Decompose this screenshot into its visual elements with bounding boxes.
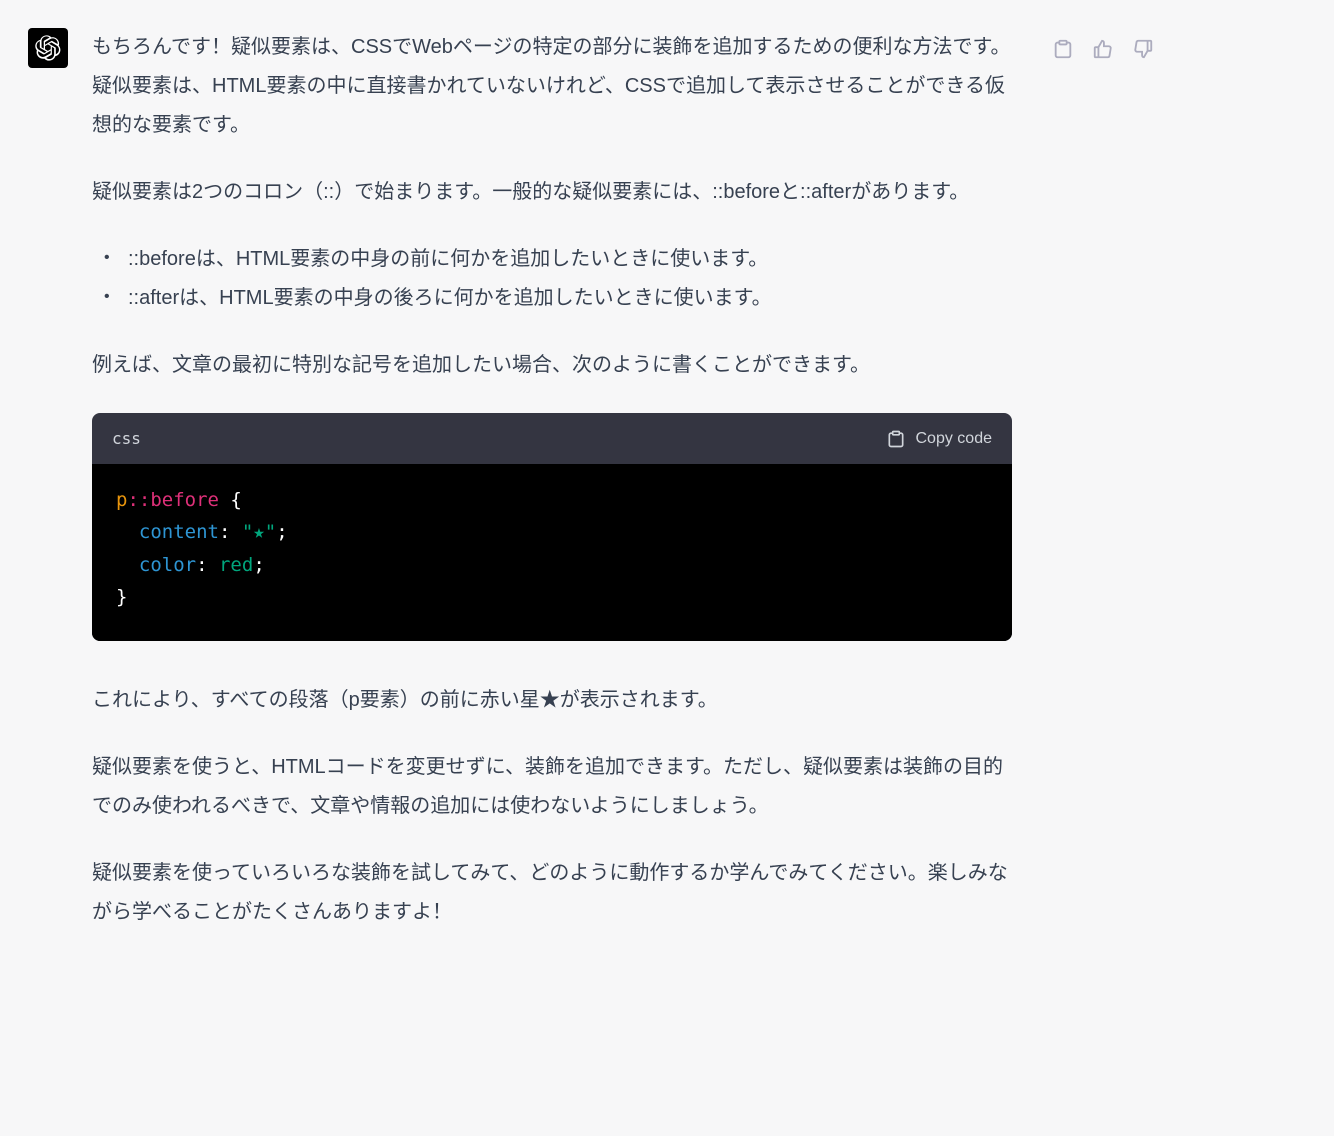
paragraph: これにより、すべての段落（p要素）の前に赤い星★が表示されます。 <box>92 681 1012 720</box>
copy-code-label: Copy code <box>916 423 993 454</box>
copy-code-button[interactable]: Copy code <box>886 423 993 454</box>
code-language-label: css <box>112 423 141 454</box>
paragraph: 疑似要素を使っていろいろな装飾を試してみて、どのように動作するか学んでみてくださ… <box>92 854 1012 932</box>
assistant-message: もちろんです！疑似要素は、CSSでWebページの特定の部分に装飾を追加するための… <box>28 28 1306 960</box>
thumbs-down-icon <box>1132 38 1154 60</box>
assistant-avatar <box>28 28 68 68</box>
paragraph: もちろんです！疑似要素は、CSSでWebページの特定の部分に装飾を追加するための… <box>92 28 1012 145</box>
thumbs-down-button[interactable] <box>1130 36 1156 62</box>
paragraph: 例えば、文章の最初に特別な記号を追加したい場合、次のように書くことができます。 <box>92 346 1012 385</box>
thumbs-up-icon <box>1092 38 1114 60</box>
thumbs-up-button[interactable] <box>1090 36 1116 62</box>
paragraph: 疑似要素を使うと、HTMLコードを変更せずに、装飾を追加できます。ただし、疑似要… <box>92 748 1012 826</box>
list-item: ::beforeは、HTML要素の中身の前に何かを追加したいときに使います。 <box>110 240 1012 279</box>
openai-logo-icon <box>35 35 61 61</box>
message-content: もちろんです！疑似要素は、CSSでWebページの特定の部分に装飾を追加するための… <box>92 28 1012 960</box>
paragraph: 疑似要素は2つのコロン（::）で始まります。一般的な疑似要素には、::befor… <box>92 173 1012 212</box>
code-body: p::before { content: "★"; color: red; } <box>92 464 1012 641</box>
list-item: ::afterは、HTML要素の中身の後ろに何かを追加したいときに使います。 <box>110 279 1012 318</box>
bullet-list: ::beforeは、HTML要素の中身の前に何かを追加したいときに使います。 :… <box>92 240 1012 318</box>
code-block: css Copy code p::before { content: "★"; … <box>92 413 1012 641</box>
copy-message-button[interactable] <box>1050 36 1076 62</box>
clipboard-icon <box>886 429 906 449</box>
message-actions <box>1050 28 1156 62</box>
clipboard-icon <box>1052 38 1074 60</box>
code-header: css Copy code <box>92 413 1012 464</box>
